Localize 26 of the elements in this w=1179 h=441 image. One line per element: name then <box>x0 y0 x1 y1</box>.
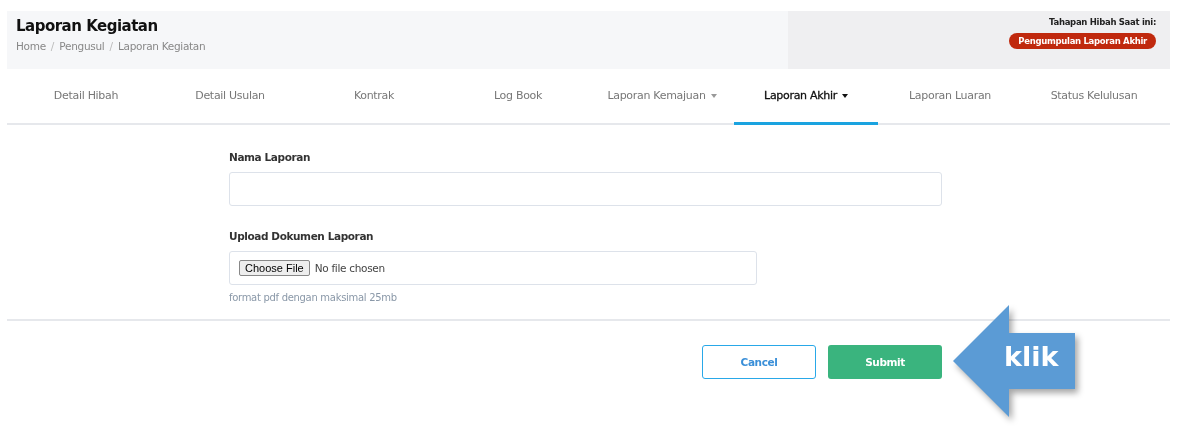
tab[interactable]: Laporan Luaran <box>878 69 1022 125</box>
submit-button[interactable]: Submit <box>828 345 942 379</box>
cancel-button[interactable]: Cancel <box>702 345 816 379</box>
field-label: Nama Laporan <box>229 151 311 163</box>
hint-text: format pdf dengan maksimal 25mb <box>229 292 398 303</box>
field-label: Upload Dokumen Laporan <box>229 230 375 242</box>
breadcrumb-link[interactable]: Laporan Kegiatan <box>117 40 206 52</box>
breadcrumb-separator: / <box>50 40 55 52</box>
tab[interactable]: Detail Usulan <box>158 69 302 125</box>
tab[interactable]: Laporan Akhir <box>734 69 878 125</box>
file-input-field[interactable]: Choose File No file chosen <box>229 251 757 285</box>
choose-file-button[interactable]: Choose File <box>239 260 310 276</box>
tab[interactable]: Log Book <box>446 69 590 125</box>
breadcrumb-link[interactable]: Pengusul <box>59 40 105 52</box>
stage-badge: Pengumpulan Laporan Akhir <box>1009 33 1156 49</box>
file-status: No file chosen <box>314 262 385 274</box>
breadcrumb-separator: / <box>109 40 113 52</box>
tab[interactable]: Kontrak <box>302 69 446 125</box>
page-title: Laporan Kegiatan <box>16 17 159 35</box>
input-field[interactable] <box>229 172 942 206</box>
callout-label: klik <box>1004 341 1059 374</box>
tab[interactable]: Status Kelulusan <box>1022 69 1166 125</box>
breadcrumb-link[interactable]: Home <box>16 40 46 52</box>
tab[interactable]: Laporan Kemajuan <box>590 69 734 125</box>
stage-label: Tahapan Hibah Saat ini: <box>1049 17 1156 27</box>
tab[interactable]: Detail Hibah <box>14 69 158 125</box>
